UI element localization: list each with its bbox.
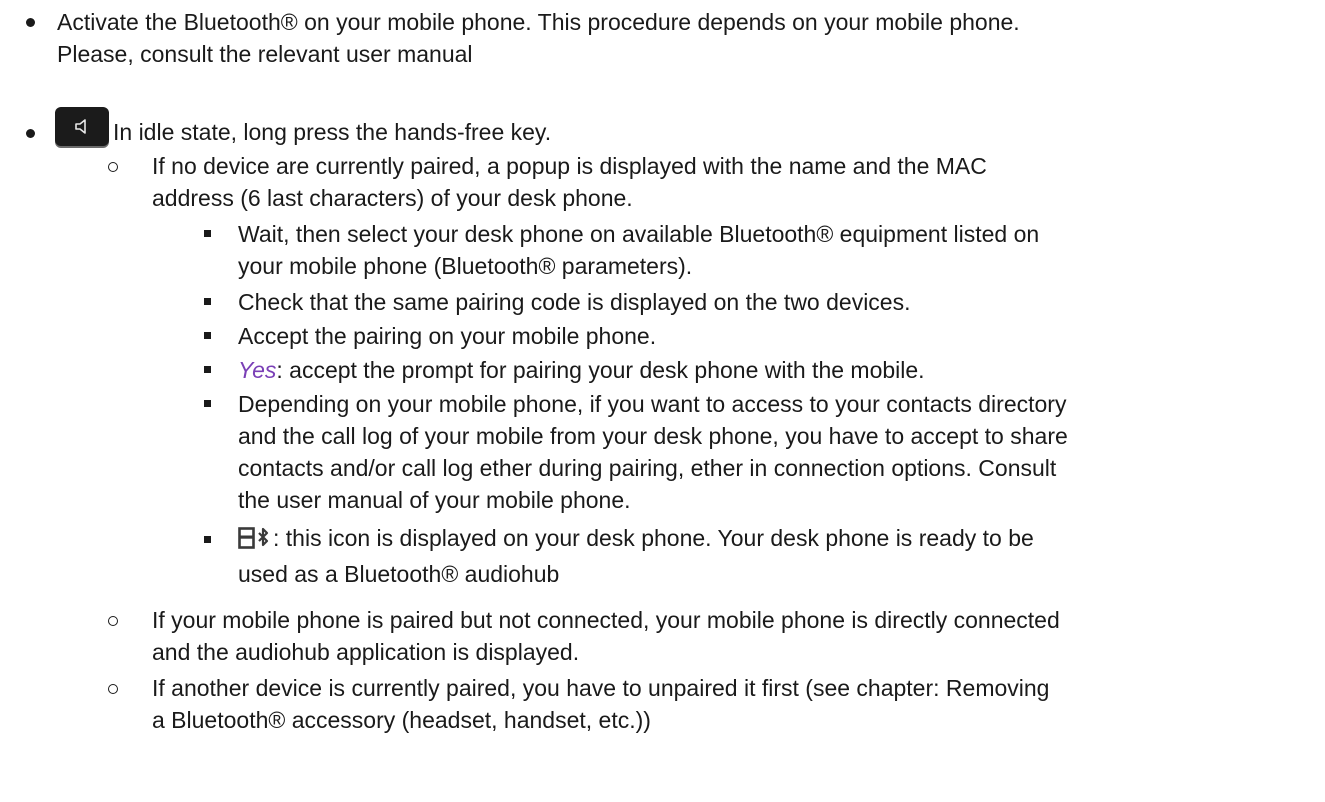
hands-free-key-icon: [55, 107, 109, 146]
bullet-dot: [26, 18, 35, 27]
bullet-square: [204, 400, 211, 407]
item2-text: In idle state, long press the hands-free…: [113, 119, 552, 145]
bullet-square: [204, 366, 211, 373]
bullet-dot: [26, 129, 35, 138]
bullet-ring: [108, 162, 118, 172]
bullet-square: [204, 332, 211, 339]
step6-line2: used as a Bluetooth® audiohub: [238, 561, 560, 587]
bluetooth-audiohub-icon: [238, 526, 272, 558]
step-check-pairing-code: Check that the same pairing code is disp…: [238, 286, 911, 318]
step2-text: Check that the same pairing code is disp…: [238, 289, 911, 315]
step1-line2: your mobile phone (Bluetooth® parameters…: [238, 253, 693, 279]
step5-line1: Depending on your mobile phone, if you w…: [238, 391, 1067, 417]
sub2-line1: If your mobile phone is paired but not c…: [152, 607, 1060, 633]
step3-text: Accept the pairing on your mobile phone.: [238, 323, 657, 349]
document-page: Activate the Bluetooth® on your mobile p…: [0, 0, 1325, 802]
paragraph-activate-bluetooth: Activate the Bluetooth® on your mobile p…: [57, 6, 1020, 70]
step-yes-prompt: Yes: accept the prompt for pairing your …: [238, 354, 925, 386]
bullet-ring: [108, 616, 118, 626]
step-audiohub-icon: : this icon is displayed on your desk ph…: [238, 522, 1034, 590]
item1-line2: Please, consult the relevant user manual: [57, 41, 473, 67]
sub1-line1: If no device are currently paired, a pop…: [152, 153, 987, 179]
yes-softkey-label: Yes: [238, 357, 277, 383]
bullet-square: [204, 230, 211, 237]
sub3-line2: a Bluetooth® accessory (headset, handset…: [152, 707, 651, 733]
step5-line4: the user manual of your mobile phone.: [238, 487, 631, 513]
sub3-line1: If another device is currently paired, y…: [152, 675, 1050, 701]
step-share-contacts: Depending on your mobile phone, if you w…: [238, 388, 1068, 516]
step5-line3: contacts and/or call log ether during pa…: [238, 455, 1057, 481]
item1-line1: Activate the Bluetooth® on your mobile p…: [57, 9, 1020, 35]
bullet-square: [204, 536, 211, 543]
sub1-line2: address (6 last characters) of your desk…: [152, 185, 633, 211]
paragraph-no-device-paired: If no device are currently paired, a pop…: [152, 150, 987, 214]
step-select-desk-phone: Wait, then select your desk phone on ava…: [238, 218, 1039, 282]
step-accept-pairing: Accept the pairing on your mobile phone.: [238, 320, 656, 352]
step6-line1: : this icon is displayed on your desk ph…: [273, 525, 1034, 551]
paragraph-another-device-paired: If another device is currently paired, y…: [152, 672, 1049, 736]
paragraph-paired-not-connected: If your mobile phone is paired but not c…: [152, 604, 1060, 668]
bullet-ring: [108, 684, 118, 694]
sub2-line2: and the audiohub application is displaye…: [152, 639, 580, 665]
step4-text: : accept the prompt for pairing your des…: [276, 357, 925, 383]
bullet-square: [204, 298, 211, 305]
step5-line2: and the call log of your mobile from you…: [238, 423, 1068, 449]
paragraph-hands-free: In idle state, long press the hands-free…: [55, 107, 551, 148]
step1-line1: Wait, then select your desk phone on ava…: [238, 221, 1040, 247]
